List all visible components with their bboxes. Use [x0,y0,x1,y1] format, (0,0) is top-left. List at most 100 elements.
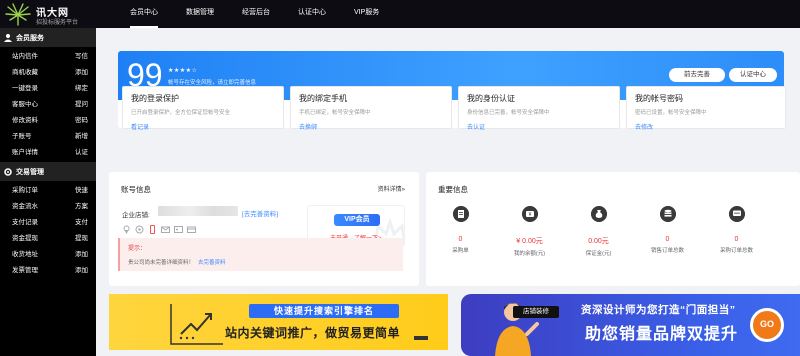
sidebar-item[interactable]: 资金提现 [12,232,38,242]
sidebar-action[interactable]: 添加 [75,264,88,274]
phone-icon [148,225,157,234]
site-logo[interactable]: 讯大网 招投标服务平台 [4,3,96,27]
sidebar-item[interactable]: 支付记录 [12,216,38,226]
sidebar-action[interactable]: 写信 [75,50,88,60]
sidebar-section-member[interactable]: 会员服务 [0,28,96,47]
stats-row: 0 采购单 ¥ ¥ 0.00元 我的余额(元) 0.00元 保证金(元) 0 销… [426,206,796,257]
stat-label: 采购单 [452,248,469,254]
palm-logo-icon [5,3,31,26]
sidebar-item[interactable]: 站内信件 [12,50,38,60]
card-desc: 已开启登录保护，全方位保证您帐号安全 [131,110,231,116]
sidebar-item[interactable]: 一键登录 [12,82,38,92]
store-banner-line1: 资深设计师为您打造“门面担当” [581,304,736,316]
sidebar-row: 支付记录 支付 [0,213,96,229]
document-icon [452,206,469,222]
login-protection-card: 我的登录保护 已开启登录保护，全方位保证您帐号安全 看记录 [122,86,284,131]
sidebar-row: 商机收藏 添加 [0,63,96,79]
tip-title: 提示： [128,246,147,252]
sidebar-item[interactable]: 发票管理 [12,264,38,274]
company-store-label: 企业店铺: [122,212,150,219]
sidebar-action[interactable]: 提问 [75,98,88,108]
complete-info-button[interactable]: 前去完善 [669,68,725,82]
sidebar-item[interactable]: 资金流水 [12,200,38,210]
go-complete-profile-link[interactable]: 去完善资料 [198,260,226,266]
sidebar-row: 采购订单 快速 [0,181,96,197]
sidebar-item[interactable]: 收货地址 [12,248,38,258]
card-desc: 身份信息已完善，帐号安全保障中 [467,110,550,116]
sidebar: 会员服务 站内信件 写信 商机收藏 添加 一键登录 绑定 客服中心 提问 修改资料 密码 … [0,28,96,356]
stat-balance[interactable]: ¥ ¥ 0.00元 我的余额(元) [495,206,564,257]
complete-profile-link[interactable]: [去完善资料] [242,208,278,218]
stat-value: 0 [665,236,670,243]
sidebar-action[interactable]: 支付 [75,216,88,226]
sidebar-row: 账户详情 认证 [0,143,96,159]
rating-stars: ★★★★☆ [168,68,198,74]
view-records-link[interactable]: 看记录 [131,122,275,131]
profile-details-link[interactable]: 资料详情» [378,184,405,193]
card-title: 我的身份认证 [467,94,515,103]
topnav-vip-service[interactable]: VIP服务 [354,0,379,28]
top-bar: 讯大网 招投标服务平台 会员中心 数据管理 经营后台 认证中心 VIP服务 [0,0,800,28]
location-icon [122,225,131,234]
panel-title: 账号信息 [121,185,151,194]
sidebar-row: 修改资料 密码 [0,111,96,127]
certificate-icon [135,225,144,234]
sidebar-row: 资金提现 提现 [0,229,96,245]
stat-value: ¥ 0.00元 [516,238,543,245]
go-button[interactable]: GO [750,308,784,342]
change-phone-link[interactable]: 去换绑 [299,122,443,131]
stat-purchase-total[interactable]: 0 采购订单总数 [702,206,771,257]
topnav-certification-center[interactable]: 认证中心 [298,0,326,28]
sidebar-action[interactable]: 绑定 [75,82,88,92]
sidebar-item[interactable]: 子账号 [12,130,32,140]
go-button-label: GO [759,319,774,329]
change-password-link[interactable]: 去修改 [635,122,777,131]
email-icon [161,225,170,234]
sidebar-action[interactable]: 新增 [75,130,88,140]
verify-link[interactable]: 去认证 [467,122,611,131]
sidebar-item[interactable]: 采购订单 [12,184,38,194]
sidebar-section-label: 交易管理 [16,168,44,176]
store-design-banner[interactable]: 店铺装修 资深设计师为您打造“门面担当” 助您销量品牌双提升 GO [461,294,800,356]
growth-chart-icon [170,304,223,345]
card-desc: 密码已设置，帐号安全保障中 [635,110,707,116]
sidebar-action[interactable]: 方案 [75,200,88,210]
topnav-member-center[interactable]: 会员中心 [130,0,158,28]
security-warning: 帐号存在安全风险，请立即完善信息 [168,80,257,86]
certification-center-button[interactable]: 认证中心 [729,68,777,82]
sidebar-action[interactable]: 添加 [75,66,88,76]
identity-verification-card: 我的身份认证 身份信息已完善，帐号安全保障中 去认证 [458,86,620,131]
store-design-tag: 店铺装修 [513,306,559,318]
topnav-data-management[interactable]: 数据管理 [186,0,214,28]
sidebar-action[interactable]: 提现 [75,232,88,242]
stat-purchase-orders[interactable]: 0 采购单 [426,206,495,257]
sidebar-row: 一键登录 绑定 [0,79,96,95]
stat-deposit[interactable]: 0.00元 保证金(元) [564,206,633,257]
sidebar-item[interactable]: 客服中心 [12,98,38,108]
sidebar-action[interactable]: 快速 [75,184,88,194]
sidebar-section-label: 会员服务 [16,34,44,42]
sidebar-row: 站内信件 写信 [0,47,96,63]
sidebar-item[interactable]: 商机收藏 [12,66,38,76]
sidebar-action[interactable]: 添加 [75,248,88,258]
topnav-business-backend[interactable]: 经营后台 [242,0,270,28]
card-title: 我的绑定手机 [299,94,347,103]
sidebar-action[interactable]: 密码 [75,114,88,124]
brand-subtitle: 招投标服务平台 [36,20,79,26]
stat-value: 0 [734,236,739,243]
sidebar-item[interactable]: 账户详情 [12,146,38,156]
stat-label: 我的余额(元) [513,251,546,257]
seo-banner-subtitle: 站内关键词推广，做贸易更简单 [225,326,401,340]
store-banner-line2: 助您销量品牌双提升 [585,326,739,343]
sidebar-action[interactable]: 认证 [75,146,88,156]
sidebar-item[interactable]: 修改资料 [12,114,38,124]
database-icon [659,206,676,222]
stat-sales-orders[interactable]: 0 销售订单总数 [633,206,702,257]
account-password-card: 我的帐号密码 密码已设置，帐号安全保障中 去修改 [626,86,786,131]
seo-promo-banner[interactable]: 快速提升搜索引擎排名 站内关键词推广，做贸易更简单 [109,294,448,350]
stat-label: 保证金(元) [585,251,612,257]
bind-phone-card: 我的绑定手机 手机已绑定，帐号安全保障中 去换绑 [290,86,452,131]
sidebar-section-trade[interactable]: 交易管理 [0,162,96,181]
stat-label: 采购订单总数 [719,248,753,254]
tip-body: 贵公司尚未完善详细资料！ 去完善资料 [128,258,395,266]
